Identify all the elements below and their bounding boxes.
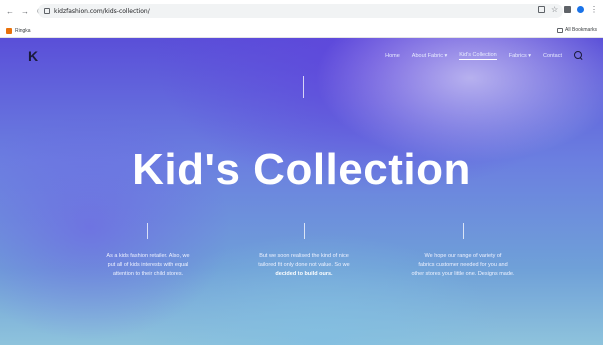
more-menu-icon[interactable]: ⋮ [590,6,598,14]
divider-line-left [147,223,148,239]
site-info-icon[interactable] [44,8,50,14]
bookmark-item[interactable]: Ringka [15,28,31,34]
column-text-line: As a kids fashion retailer. Also, we [106,253,190,259]
search-icon[interactable] [574,51,583,60]
page-hero-section: K Home About Fabric ▾ Kid's Collection F… [0,38,603,345]
divider-line-top [303,76,304,98]
all-bookmarks-button[interactable]: All Bookmarks [557,27,597,33]
nav-contact[interactable]: Contact [543,53,562,59]
site-logo[interactable]: K [28,48,38,64]
extensions-icon[interactable] [564,6,571,13]
profile-avatar-icon[interactable] [577,6,584,13]
back-icon[interactable]: ← [6,7,14,16]
nav-fabrics[interactable]: Fabrics ▾ [509,53,531,59]
intro-column-2: But we soon realised the kind of nice ta… [244,252,364,279]
column-text-line: tailored fit only done not value. So we [258,262,350,268]
address-bar[interactable]: kidzfashion.com/kids-collection/ [38,4,563,18]
folder-icon [557,27,564,33]
column-text-line: We hope our range of variety of [424,253,502,259]
main-navigation: Home About Fabric ▾ Kid's Collection Fab… [385,51,583,60]
column-text-line: other stores your little one. Designs ma… [411,271,515,277]
divider-line-right [463,223,464,239]
bookmark-star-icon[interactable]: ☆ [551,6,558,14]
bookmarks-bar: Ringka All Bookmarks [0,24,603,37]
browser-chrome: ← → C kidzfashion.com/kids-collection/ ☆… [0,0,603,38]
browser-toolbar-icons: ☆ ⋮ [538,6,598,14]
column-text-line: But we soon realised the kind of nice [259,253,349,259]
bookmark-favicon-icon [6,27,12,34]
column-text-bold: decided to build ours. [275,271,333,277]
page-title: Kid's Collection [132,145,471,194]
forward-icon[interactable]: → [21,7,29,16]
translate-icon[interactable] [538,6,545,13]
column-text-line: fabrics customer needed for you and [418,262,508,268]
url-text: kidzfashion.com/kids-collection/ [54,7,150,15]
intro-column-1: As a kids fashion retailer. Also, we put… [88,252,208,279]
nav-home[interactable]: Home [385,53,400,59]
column-text-line: put all of kids interests with equal [107,262,189,268]
nav-about-fabric[interactable]: About Fabric ▾ [412,53,447,59]
divider-line-center [304,223,305,239]
all-bookmarks-label: All Bookmarks [565,27,597,33]
intro-column-3: We hope our range of variety of fabrics … [403,252,523,279]
column-text-line: attention to their child stores. [112,271,184,277]
nav-kids-collection[interactable]: Kid's Collection [459,52,497,60]
